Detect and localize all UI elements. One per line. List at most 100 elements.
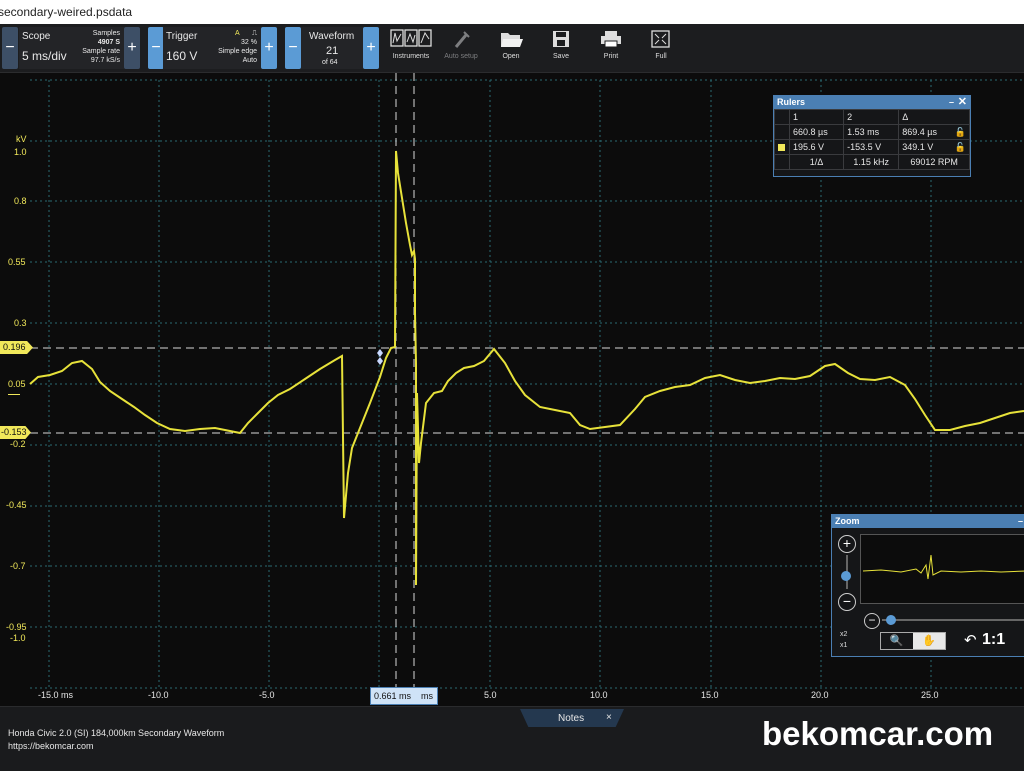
open-button[interactable]: Open (486, 27, 536, 60)
rulers-table: 1 2 Δ 660.8 µs 1.53 ms 869.4 µs 🔓 195.6 V… (774, 109, 970, 170)
open-label: Open (502, 53, 520, 60)
zoom-x1-label: x1 (840, 642, 848, 649)
undo-zoom-icon[interactable]: ↶ (964, 631, 977, 649)
rulers-cell: 660.8 µs (788, 124, 845, 140)
toolbar: − Scope 5 ms/div Samples 4907 S Sample r… (0, 24, 1024, 73)
waveform-label: Waveform (309, 31, 355, 42)
rulers-col2-header: 2 (843, 109, 900, 125)
zoom-in-button[interactable]: + (838, 535, 856, 553)
waveform-control[interactable]: Waveform 21 of 64 (301, 27, 363, 69)
magnify-tool-button[interactable]: 🔍 (881, 633, 912, 649)
sample-rate-label: Sample rate (82, 48, 120, 55)
minimize-icon[interactable]: – (1018, 515, 1023, 528)
trigger-value: 160 V (166, 49, 198, 63)
full-label: Full (655, 53, 667, 60)
rulers-panel: Rulers – ✕ 1 2 Δ 660.8 µs 1.53 ms 869.4 … (773, 95, 971, 177)
rulers-cell: -153.5 V (843, 139, 900, 155)
time-ruler-value: 0.661 ms (374, 691, 412, 701)
scope-decrease-button[interactable]: − (2, 27, 18, 69)
scope-increase-button[interactable]: + (124, 27, 140, 69)
rulers-cell: 1.53 ms (843, 124, 900, 140)
pan-slider-handle[interactable] (886, 615, 896, 625)
y-tick: -0.7 (10, 561, 26, 571)
hand-tool-button[interactable]: ✋ (913, 633, 945, 649)
zoom-x2-label: x2 (840, 631, 848, 638)
fullscreen-icon (651, 30, 670, 48)
watermark: bekomcar.com (762, 715, 994, 752)
instruments-button[interactable]: Instruments (386, 27, 436, 60)
scope-value: 5 ms/div (22, 49, 67, 63)
trigger-auto: Auto (242, 57, 257, 64)
zoom-slider-handle[interactable] (841, 571, 851, 581)
rulers-cell-value: 349.1 V (902, 141, 934, 152)
trigger-increase-button[interactable]: + (261, 27, 277, 69)
waveform-next-button[interactable]: + (363, 27, 379, 69)
trigger-control[interactable]: Trigger 160 V A ⎍ 32 % Simple edge Auto (163, 27, 261, 69)
pan-slider[interactable] (882, 619, 1024, 621)
zoom-header: Zoom – (832, 515, 1024, 528)
trigger-mode: Simple edge (218, 48, 257, 55)
lock-icon[interactable]: 🔓 (955, 127, 966, 138)
notes-tab[interactable]: Notes × (520, 709, 624, 727)
notes-text[interactable]: Honda Civic 2.0 (SI) 184,000km Secondary… (8, 727, 224, 753)
save-button[interactable]: Save (536, 27, 586, 60)
y-tick: 0.05 (8, 379, 26, 389)
zoom-overview[interactable] (860, 534, 1024, 604)
samples-value: 4907 S (97, 39, 120, 46)
scope-control[interactable]: Scope 5 ms/div Samples 4907 S Sample rat… (19, 27, 124, 69)
y-tick: -0.95 (6, 622, 27, 632)
zero-marker (8, 394, 20, 395)
zoom-tool-group: 🔍 ✋ (880, 632, 946, 650)
rulers-cell: 69012 RPM (898, 154, 970, 170)
zoom-out-button[interactable]: − (838, 593, 856, 611)
waveform-index: 21 (326, 45, 339, 57)
channel-a-swatch (774, 139, 790, 155)
x-tick: -15.0 ms (38, 690, 74, 700)
x-tick: 20.0 (811, 690, 829, 700)
time-ruler-unit: ms (421, 691, 433, 701)
y-tick: -1.0 (10, 633, 26, 643)
time-ruler-label[interactable]: 0.661 ms ms (370, 687, 438, 705)
window-title: secondary-weired.psdata (0, 5, 133, 19)
trigger-edge-icon: ⎍ (252, 30, 257, 37)
ruler-2-tag[interactable]: -0.153 (0, 426, 31, 439)
minimize-icon[interactable]: – (949, 96, 954, 109)
notes-line-1: Honda Civic 2.0 (SI) 184,000km Secondary… (8, 728, 225, 738)
notes-label: Notes (558, 713, 585, 724)
x-tick: 15.0 (701, 690, 719, 700)
notes-footer: Notes × Honda Civic 2.0 (SI) 184,000km S… (0, 706, 1024, 771)
folder-open-icon (501, 33, 523, 47)
zoom-title: Zoom (835, 516, 860, 526)
full-screen-button[interactable]: Full (636, 27, 686, 60)
rulers-title: Rulers (777, 97, 806, 107)
scope-label: Scope (22, 31, 51, 42)
waveform-previous-button[interactable]: − (285, 27, 301, 69)
zoom-ratio[interactable]: 1:1 (982, 631, 1005, 649)
samples-label: Samples (92, 30, 120, 37)
rulers-col3-header: Δ (898, 109, 970, 125)
trigger-label: Trigger (166, 31, 198, 42)
zoom-panel: Zoom – + − − x2 x1 🔍 ✋ ↶ 1:1 (831, 514, 1024, 657)
lock-icon[interactable]: 🔓 (955, 142, 966, 153)
rulers-cell: 1.15 kHz (843, 154, 900, 170)
auto-setup-button[interactable]: Auto setup (436, 27, 486, 60)
close-icon[interactable]: ✕ (958, 96, 967, 109)
trigger-channel: A (235, 30, 240, 37)
notes-close-icon[interactable]: × (606, 712, 612, 723)
instruments-icon (390, 29, 432, 47)
ruler-marker[interactable] (377, 357, 383, 365)
print-button[interactable]: Print (586, 27, 636, 60)
pan-out-button[interactable]: − (864, 613, 880, 629)
x-tick: 25.0 (921, 690, 939, 700)
save-label: Save (553, 53, 569, 60)
ruler-marker[interactable] (377, 349, 383, 357)
y-tick: -0.45 (6, 500, 27, 510)
y-axis-unit: kV (16, 134, 27, 144)
title-bar: secondary-weired.psdata (0, 0, 1024, 24)
overview-trace (862, 554, 1024, 580)
y-tick: 1.0 (14, 147, 27, 157)
ruler-1-tag[interactable]: 0.196 (0, 341, 33, 354)
notes-line-2: https://bekomcar.com (8, 741, 94, 751)
sample-rate-value: 97.7 kS/s (90, 57, 120, 64)
trigger-decrease-button[interactable]: − (148, 27, 164, 69)
